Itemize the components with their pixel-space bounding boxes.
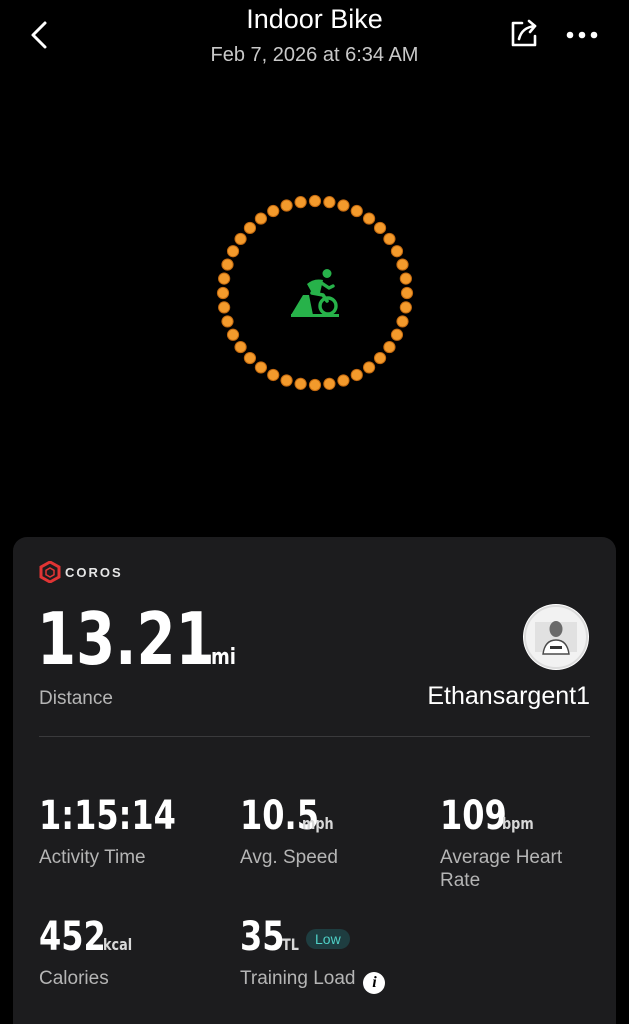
ring-dot xyxy=(362,212,376,225)
brand-name: COROS xyxy=(65,564,123,580)
ring-dot xyxy=(294,196,307,209)
avatar[interactable] xyxy=(523,604,589,670)
header: Indoor Bike Feb 7, 2026 at 6:34 AM xyxy=(0,0,629,80)
stat-activity-time: 1:15:14 Activity Time xyxy=(39,796,210,869)
ring-dot xyxy=(294,377,307,390)
ring-dot xyxy=(350,368,363,382)
share-icon xyxy=(511,19,537,47)
ring-dot xyxy=(390,328,404,341)
ring-dot xyxy=(323,377,336,390)
ring-dot xyxy=(337,199,350,212)
stat-label: Calories xyxy=(39,968,109,989)
distance-number: 13.21 xyxy=(37,597,215,681)
distance-value: 13.21 mi xyxy=(37,603,241,675)
stat-calories: 452 kcal Calories xyxy=(39,917,139,990)
brand-logo: COROS xyxy=(39,561,123,583)
user-photo-icon xyxy=(524,605,588,669)
ring-dot xyxy=(226,328,240,341)
ring-dot xyxy=(396,258,409,271)
ring-dot xyxy=(400,286,414,300)
more-options-button[interactable] xyxy=(562,22,602,48)
more-horizontal-icon xyxy=(566,31,598,39)
ring-dot xyxy=(350,204,363,218)
stat-label: Average Heart Rate xyxy=(440,847,563,891)
ring-dot xyxy=(226,245,240,258)
share-button[interactable] xyxy=(506,16,542,52)
info-icon[interactable]: i xyxy=(363,971,386,994)
distance-label: Distance xyxy=(39,688,113,709)
ring-dot xyxy=(254,361,268,374)
ring-dot xyxy=(234,340,247,354)
ring-dot xyxy=(218,272,231,285)
ring-dot xyxy=(308,378,322,392)
stat-unit: mph xyxy=(302,814,334,833)
divider xyxy=(39,736,590,737)
ring-dot xyxy=(280,199,293,212)
stat-value: 10.5 xyxy=(240,793,319,839)
stat-value: 35 xyxy=(240,914,285,960)
stat-unit: bpm xyxy=(502,814,534,833)
ring-dot xyxy=(221,258,234,271)
activity-ring xyxy=(214,192,416,394)
ring-dot xyxy=(373,221,387,235)
stat-value: 109 xyxy=(440,793,507,839)
ring-dot xyxy=(216,286,230,300)
ring-dot xyxy=(267,204,280,218)
ring-dot xyxy=(396,315,409,328)
stat-label-row: Training Load i xyxy=(240,967,386,994)
stat-value: 1:15:14 xyxy=(39,793,176,839)
training-load-badge: Low xyxy=(306,929,350,949)
stat-unit: kcal xyxy=(103,935,133,954)
username[interactable]: Ethansargent1 xyxy=(427,682,590,711)
stat-unit: TL xyxy=(282,935,299,954)
coros-logo-icon xyxy=(39,561,61,583)
summary-card: COROS 13.21 mi Distance Ethansargent1 1:… xyxy=(13,537,616,1024)
ring-dot xyxy=(337,374,350,387)
stat-training-load: 35 TL Low Training Load i xyxy=(240,914,386,994)
ring-dot xyxy=(267,368,280,382)
indoor-bike-icon xyxy=(291,269,339,317)
ring-dot xyxy=(399,272,412,285)
ring-dot xyxy=(362,361,376,374)
stat-label: Avg. Speed xyxy=(240,847,338,868)
ring-dot xyxy=(383,232,396,246)
ring-dot xyxy=(390,245,404,258)
stat-value: 452 xyxy=(39,914,106,960)
stat-average-heart-rate: 109 bpm Average Heart Rate xyxy=(440,796,570,892)
ring-dot xyxy=(234,232,247,246)
ring-dot xyxy=(243,221,257,235)
ring-dot xyxy=(323,196,336,209)
ring-dot xyxy=(308,194,322,208)
ring-dot xyxy=(221,315,234,328)
ring-dot xyxy=(373,351,387,365)
stat-label: Training Load xyxy=(240,968,356,989)
activity-detail-screen: Indoor Bike Feb 7, 2026 at 6:34 AM COROS… xyxy=(0,0,629,1024)
ring-dot xyxy=(280,374,293,387)
distance-unit: mi xyxy=(211,645,236,670)
ring-dot xyxy=(383,340,396,354)
stat-avg-speed: 10.5 mph Avg. Speed xyxy=(240,796,342,869)
ring-dot xyxy=(243,351,257,365)
stat-label: Activity Time xyxy=(39,847,146,868)
ring-dot xyxy=(218,301,231,314)
ring-dot xyxy=(399,301,412,314)
ring-dot xyxy=(254,212,268,225)
dotted-ring xyxy=(216,194,414,392)
